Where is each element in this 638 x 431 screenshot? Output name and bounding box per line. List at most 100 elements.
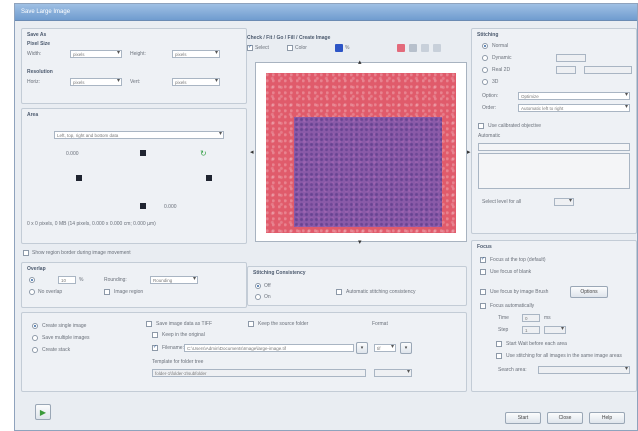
overlap-label: Overlap [27, 266, 46, 272]
normal-radio[interactable] [482, 43, 488, 49]
focus-top-checkbox[interactable] [480, 256, 486, 263]
right-arrow-icon[interactable]: ▸ [467, 149, 471, 156]
top-handle-icon[interactable] [140, 150, 146, 156]
auto-label: Automatic [478, 133, 501, 139]
option-select[interactable]: Optimize [518, 92, 630, 100]
off-radio[interactable] [255, 283, 261, 289]
create-stack-radio[interactable] [32, 347, 38, 353]
overlap-panel: Overlap 10 % Rounding: Rounding No overl… [21, 262, 247, 308]
overlap-unit: % [79, 277, 84, 283]
time-input[interactable]: 0 [522, 314, 540, 322]
on-radio[interactable] [255, 294, 261, 300]
save-tiff-label: Save image data as TIFF [156, 321, 213, 327]
time-label: Time [498, 315, 509, 321]
normal-label: Normal [492, 43, 509, 49]
output-panel: Create single image Save multiple images… [21, 312, 467, 392]
level-label: Select level for all [482, 199, 522, 205]
pixel-size-label: Pixel Size [27, 41, 51, 47]
image-region-checkbox[interactable] [104, 289, 110, 295]
stitching-consistency-title: Stitching Consistency [253, 270, 306, 276]
size-panel: Save As Pixel Size Width: pixels Height:… [21, 28, 247, 104]
focus-blank-label: Use focus of blank [490, 269, 532, 275]
focus-options-button[interactable]: Options [570, 286, 608, 298]
bottom-check-2[interactable] [496, 353, 502, 359]
left-handle-icon[interactable] [76, 175, 82, 181]
close-button[interactable]: Close [547, 412, 583, 424]
rounding-label: Rounding: [104, 277, 127, 283]
zoom-in-icon[interactable] [421, 44, 429, 52]
image-preview[interactable]: ▴ ▾ ◂ ▸ [250, 59, 471, 246]
dynamic-radio[interactable] [482, 55, 488, 61]
xres-select[interactable]: pixels [70, 78, 122, 86]
focus-title: Focus [477, 244, 492, 250]
off-label: Off [264, 283, 271, 289]
keep-original-checkbox[interactable] [152, 332, 158, 338]
bottom-check-1[interactable] [496, 341, 502, 347]
real-2d-input[interactable] [556, 66, 576, 74]
step-label: Step [498, 327, 509, 333]
step-select[interactable] [544, 326, 566, 334]
width-label: Width: [27, 51, 42, 57]
auto-row-1 [478, 143, 630, 151]
bottom-arrow-icon[interactable]: ▾ [358, 239, 362, 246]
calibration-checkbox[interactable] [478, 123, 484, 129]
format-select[interactable]: tif [374, 344, 396, 352]
zoom-out-icon[interactable] [433, 44, 441, 52]
focus-blank-checkbox[interactable] [480, 269, 486, 275]
color-tool-checkbox[interactable] [287, 45, 293, 51]
search-area-label: Search area: [498, 367, 527, 373]
save-tiff-checkbox[interactable] [146, 321, 152, 327]
top-arrow-icon[interactable]: ▴ [358, 59, 362, 66]
real-2d-radio[interactable] [482, 67, 488, 73]
use-focus-checkbox[interactable] [480, 289, 486, 295]
right-handle-icon[interactable] [206, 175, 212, 181]
keep-folder-checkbox[interactable] [248, 321, 254, 327]
no-overlap-radio[interactable] [29, 289, 35, 295]
region-border-checkbox[interactable] [23, 250, 29, 256]
auto-consistency-label: Automatic stitching consistency [346, 289, 416, 295]
template-select[interactable] [374, 369, 412, 377]
left-arrow-icon[interactable]: ◂ [250, 149, 254, 156]
on-label: On [264, 294, 271, 300]
fit-icon[interactable] [409, 44, 417, 52]
start-button[interactable]: Start [505, 412, 541, 424]
single-image-radio[interactable] [32, 323, 38, 329]
preview-color-icon[interactable] [397, 44, 405, 52]
select-tool-checkbox[interactable] [247, 44, 253, 51]
right-value: 0.000 [164, 204, 177, 210]
focus-panel: Focus Focus at the top (default) Use foc… [471, 240, 637, 392]
help-button[interactable]: Help [589, 412, 625, 424]
dynamic-input[interactable] [556, 54, 586, 62]
search-area-select[interactable] [538, 366, 630, 374]
auto-consistency-checkbox[interactable] [336, 289, 342, 295]
play-icon[interactable]: ▶ [35, 404, 51, 420]
template-input[interactable]: folder-1\folder-2\subfolder [152, 369, 366, 377]
height-select[interactable]: pixels [172, 50, 220, 58]
browse-button[interactable]: ▾ [356, 342, 368, 354]
rounding-select[interactable]: Rounding [150, 276, 198, 284]
format-options-button[interactable]: ▾ [400, 342, 412, 354]
real-2d-select[interactable] [584, 66, 632, 74]
3d-radio[interactable] [482, 79, 488, 85]
level-select[interactable] [554, 198, 574, 206]
selected-region[interactable] [294, 117, 442, 227]
overlap-radio[interactable] [29, 277, 35, 283]
bottom-check-2-label: Use stitching for all images in the same… [506, 353, 622, 359]
filename-checkbox[interactable] [152, 344, 158, 351]
stitching-title: Stitching [477, 32, 499, 38]
area-select[interactable]: Left, top, right and bottom data [54, 131, 224, 139]
overlap-input[interactable]: 10 [58, 276, 76, 284]
refresh-icon[interactable]: ↻ [200, 149, 207, 158]
step-input[interactable]: 1 [522, 326, 540, 334]
width-select[interactable]: pixels [70, 50, 122, 58]
xres-label: Horiz: [27, 79, 41, 85]
yres-select[interactable]: pixels [172, 78, 220, 86]
multiple-images-radio[interactable] [32, 335, 38, 341]
filename-input[interactable]: C:\Users\Admin\Documents\Image\large-ima… [184, 344, 354, 352]
bottom-handle-icon[interactable] [140, 203, 146, 209]
order-select[interactable]: Automatic left to right [518, 104, 630, 112]
focus-auto-checkbox[interactable] [480, 303, 486, 309]
color-swatch[interactable] [335, 44, 343, 52]
multiple-images-label: Save multiple images [42, 335, 90, 341]
title-bar: Save Large Image [15, 4, 637, 21]
